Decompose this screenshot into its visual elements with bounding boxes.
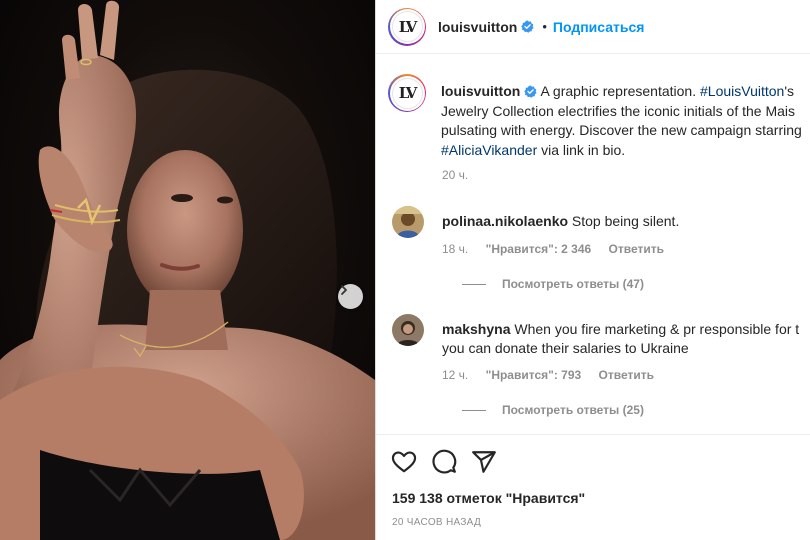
hashtag-aliciavikander[interactable]: #AliciaVikander	[441, 142, 537, 158]
comment-meta: 12 ч. "Нравится": 793 Ответить	[442, 368, 668, 382]
reply-button[interactable]: Ответить	[609, 242, 664, 256]
likes-count[interactable]: 159 138 отметок "Нравится"	[392, 490, 585, 506]
comment-text: polinaa.nikolaenko Stop being silent.	[442, 212, 679, 231]
comment-body-line-1: When you fire marketing & pr responsible…	[514, 321, 800, 337]
comment-time[interactable]: 18 ч.	[442, 242, 468, 256]
author-avatar[interactable]: LV	[388, 7, 426, 46]
comment-time[interactable]: 12 ч.	[442, 368, 468, 382]
post-photo[interactable]	[0, 0, 375, 540]
comment-icon[interactable]	[431, 449, 457, 475]
comment-likes[interactable]: "Нравится": 793	[486, 368, 582, 382]
separator-dot: •	[542, 19, 547, 34]
commenter-avatar[interactable]	[392, 206, 424, 238]
comment-text: makshyna When you fire marketing & pr re…	[442, 320, 799, 358]
comment-likes[interactable]: "Нравится": 2 346	[486, 242, 592, 256]
verified-badge-icon	[524, 85, 537, 98]
comment-meta: 18 ч. "Нравится": 2 346 Ответить	[442, 242, 678, 256]
photo-illustration	[0, 0, 375, 540]
replies-divider	[462, 283, 486, 285]
caption-author-avatar[interactable]: LV	[388, 74, 426, 112]
heart-icon[interactable]	[391, 449, 417, 475]
caption-line-1: A graphic representation.	[540, 83, 700, 99]
caption-line-3: pulsating with energy. Discover the new …	[441, 122, 802, 138]
author-username[interactable]: louisvuitton	[438, 19, 517, 35]
chevron-right-icon	[341, 285, 347, 295]
caption-text: louisvuitton A graphic representation. #…	[441, 82, 810, 160]
next-photo-button[interactable]	[338, 284, 363, 309]
avatar-photo	[392, 314, 424, 346]
post-detail-panel: LV louisvuitton • Подписаться LV louisvu…	[375, 0, 810, 540]
lv-logo-icon: LV	[391, 77, 423, 109]
view-replies-button[interactable]: Посмотреть ответы (25)	[462, 403, 644, 417]
comment-body-line-2: you can donate their salaries to Ukraine	[442, 340, 689, 356]
post-header: LV louisvuitton • Подписаться	[376, 0, 810, 54]
post-actions: 159 138 отметок "Нравится" 20 ЧАСОВ НАЗА…	[376, 434, 810, 540]
commenter-avatar[interactable]	[392, 314, 424, 346]
view-replies-button[interactable]: Посмотреть ответы (47)	[462, 277, 644, 291]
post-date[interactable]: 20 ЧАСОВ НАЗАД	[392, 517, 481, 528]
verified-badge-icon	[521, 20, 534, 33]
caption-line-2: Jewelry Collection electrifies the iconi…	[441, 102, 796, 119]
view-replies-label: Посмотреть ответы (47)	[502, 277, 644, 291]
caption-tag-suffix: 's	[784, 83, 795, 99]
comment-username[interactable]: polinaa.nikolaenko	[442, 213, 568, 229]
share-icon[interactable]	[471, 449, 497, 475]
caption-timestamp[interactable]: 20 ч.	[442, 168, 468, 182]
comment-body: Stop being silent.	[571, 213, 680, 229]
replies-divider	[462, 409, 486, 411]
comment-username[interactable]: makshyna	[442, 321, 510, 337]
caption-line-4: via link in bio.	[537, 141, 626, 158]
hashtag-louisvuitton[interactable]: #LouisVuitton	[700, 83, 784, 99]
reply-button[interactable]: Ответить	[599, 368, 654, 382]
lv-logo-icon: LV	[391, 11, 423, 42]
view-replies-label: Посмотреть ответы (25)	[502, 403, 644, 417]
avatar-photo	[392, 206, 424, 238]
follow-button[interactable]: Подписаться	[553, 19, 645, 35]
caption-username[interactable]: louisvuitton	[441, 83, 520, 99]
